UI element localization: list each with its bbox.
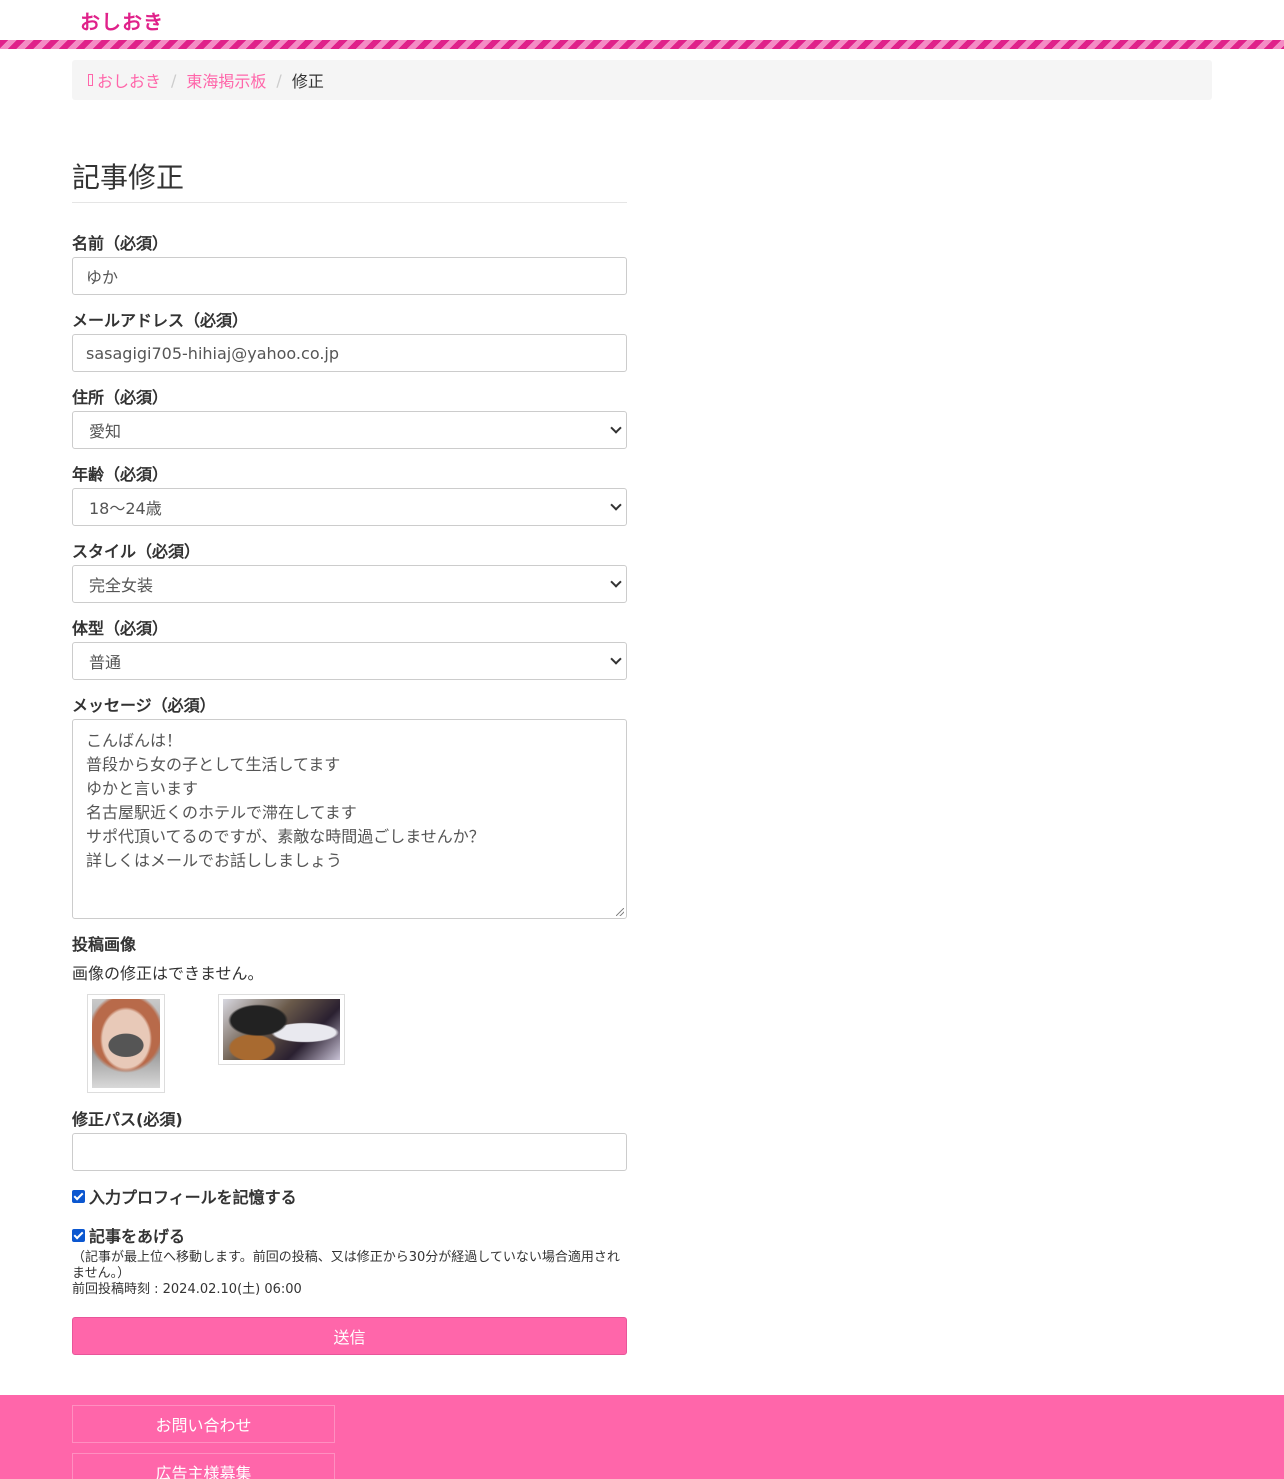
edit-pass-label: 修正パス(必須) — [72, 1110, 183, 1129]
body-type-select-value: 普通 — [89, 653, 122, 672]
message-line: サポ代頂いてるのですが、素敵な時間過ごしませんか？ — [86, 827, 485, 846]
bump-post-checkbox[interactable] — [72, 1228, 85, 1242]
chevron-down-icon — [610, 576, 622, 588]
chevron-down-icon — [610, 653, 622, 665]
post-image-2-photo — [223, 999, 340, 1060]
bump-note: （記事が最上位へ移動します。前回の投稿、又は修正から30分が経過していない場合適… — [72, 1250, 620, 1281]
age-select[interactable]: 18〜24歳 — [72, 488, 627, 526]
message-textarea[interactable]: こんばんは！ 普段から女の子として生活してます ゆかと言います 名古屋駅近くのホ… — [72, 719, 627, 919]
images-note: 画像の修正はできません。 — [72, 964, 264, 983]
message-line: 詳しくはメールでお話ししましょう — [86, 851, 343, 870]
breadcrumb-home-link[interactable]: おしおき — [97, 68, 161, 92]
name-label: 名前（必須） — [72, 234, 169, 253]
address-select[interactable]: 愛知 — [72, 411, 627, 449]
breadcrumb-current: 修正 — [291, 72, 324, 91]
footer-contact-link[interactable]: お問い合わせ — [72, 1405, 335, 1443]
post-image-1 — [87, 994, 165, 1093]
breadcrumb-board-link[interactable]: 東海掲示板 — [186, 68, 266, 92]
bump-post-label[interactable]: 記事をあげる — [89, 1223, 185, 1247]
breadcrumb: おしおき / 東海掲示板 / 修正 — [72, 60, 1212, 100]
resize-handle[interactable] — [616, 908, 624, 916]
message-label: メッセージ（必須） — [72, 696, 216, 715]
chevron-down-icon — [610, 422, 622, 434]
name-input-value: ゆか — [86, 268, 119, 287]
address-label: 住所（必須） — [72, 388, 169, 407]
remember-profile-row: 入力プロフィールを記憶する — [72, 1184, 297, 1208]
email-input[interactable]: sasagigi705-hihiaj@yahoo.co.jp — [72, 334, 627, 372]
message-line: こんばんは！ — [86, 731, 183, 750]
edit-form: 記事修正 — [72, 150, 627, 203]
message-line: ゆかと言います — [86, 779, 199, 798]
edit-pass-input[interactable] — [72, 1133, 627, 1171]
style-label: スタイル（必須） — [72, 542, 201, 561]
style-select[interactable]: 完全女装 — [72, 565, 627, 603]
top-header: おしおき — [0, 0, 1284, 40]
last-post-time: 前回投稿時刻 : 2024.02.10(土) 06:00 — [72, 1282, 302, 1297]
bump-post-row: 記事をあげる — [72, 1223, 185, 1247]
images-label: 投稿画像 — [72, 935, 137, 954]
remember-profile-label[interactable]: 入力プロフィールを記憶する — [89, 1184, 297, 1208]
remember-profile-checkbox[interactable] — [72, 1189, 85, 1203]
breadcrumb-separator: / — [171, 70, 177, 90]
header-stripe — [0, 40, 1284, 49]
body-type-select[interactable]: 普通 — [72, 642, 627, 680]
chevron-down-icon — [610, 499, 622, 511]
email-input-value: sasagigi705-hihiaj@yahoo.co.jp — [86, 343, 340, 363]
message-line: 名古屋駅近くのホテルで滞在してます — [86, 803, 357, 822]
name-input[interactable]: ゆか — [72, 257, 627, 295]
age-label: 年齢（必須） — [72, 465, 169, 484]
home-icon — [88, 74, 93, 86]
body-type-label: 体型（必須） — [72, 619, 169, 638]
site-logo[interactable]: おしおき — [80, 6, 164, 35]
page-title: 記事修正 — [72, 150, 627, 203]
breadcrumb-separator: / — [276, 70, 282, 90]
footer: お問い合わせ 広告主様募集 — [0, 1395, 1284, 1479]
footer-advertiser-link[interactable]: 広告主様募集 — [72, 1453, 335, 1479]
style-select-value: 完全女装 — [89, 576, 154, 595]
post-image-1-photo — [92, 999, 160, 1088]
post-image-2 — [218, 994, 345, 1065]
address-select-value: 愛知 — [89, 422, 122, 441]
submit-button[interactable]: 送信 — [72, 1317, 627, 1355]
message-line: 普段から女の子として生活してます — [86, 755, 341, 774]
email-label: メールアドレス（必須） — [72, 311, 249, 330]
age-select-value: 18〜24歳 — [89, 499, 162, 518]
